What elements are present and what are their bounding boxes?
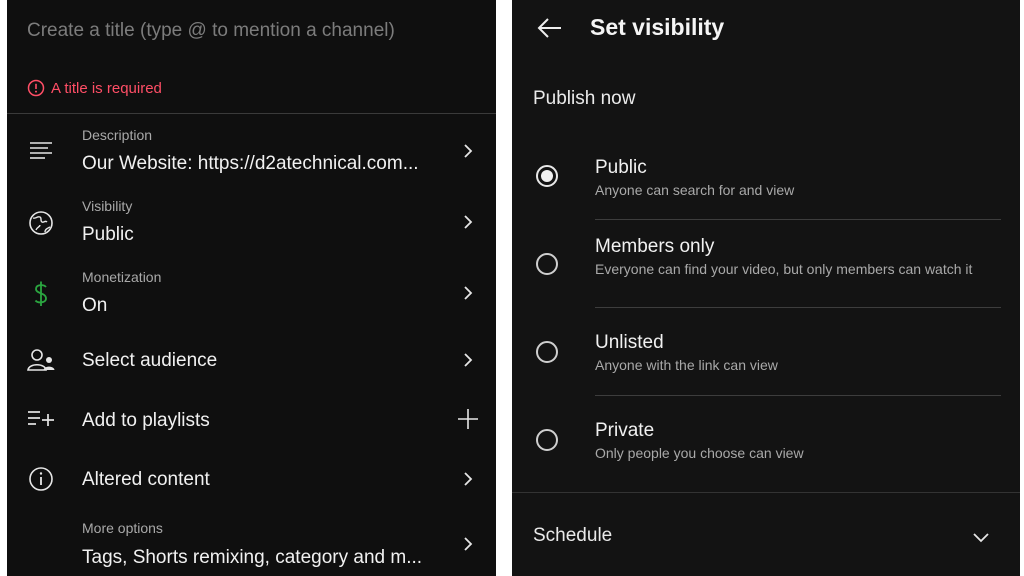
title-error: A title is required (27, 79, 162, 97)
visibility-value: Public (82, 224, 134, 245)
radio-private[interactable] (536, 429, 558, 451)
video-details-panel: A title is required Description Our Webs… (7, 0, 496, 576)
visibility-option-members-only[interactable]: Members only Everyone can find your vide… (512, 228, 1020, 308)
schedule-heading[interactable]: Schedule (533, 525, 612, 547)
chevron-down-icon[interactable] (972, 528, 990, 546)
visibility-row[interactable]: Visibility Public (7, 189, 496, 255)
set-visibility-panel: Set visibility Publish now Public Anyone… (512, 0, 1020, 576)
option-divider (595, 219, 1001, 220)
title-error-text: A title is required (51, 79, 162, 97)
altered-content-row[interactable]: Altered content (7, 450, 496, 508)
chevron-right-icon (464, 286, 473, 300)
globe-icon (27, 209, 55, 237)
monetization-row[interactable]: Monetization On (7, 260, 496, 326)
option-divider (595, 307, 1001, 308)
back-arrow-icon[interactable] (536, 14, 564, 42)
radio-members-only[interactable] (536, 253, 558, 275)
error-circle-icon (27, 79, 45, 97)
option-title: Public (595, 157, 647, 178)
playlist-add-icon (27, 405, 55, 433)
description-value: Our Website: https://d2atechnical.com... (82, 153, 419, 174)
select-audience-row[interactable]: Select audience (7, 331, 496, 389)
add-to-playlists-row[interactable]: Add to playlists (7, 390, 496, 448)
visibility-label: Visibility (82, 198, 133, 214)
monetization-label: Monetization (82, 269, 162, 285)
visibility-option-unlisted[interactable]: Unlisted Anyone with the link can view (512, 324, 1020, 394)
option-title: Members only (595, 236, 715, 257)
chevron-right-icon (464, 353, 473, 367)
dollar-icon (27, 280, 55, 308)
radio-public[interactable] (536, 165, 558, 187)
description-label: Description (82, 127, 153, 143)
chevron-right-icon (464, 144, 473, 158)
plus-icon[interactable] (457, 408, 479, 430)
option-description: Anyone can search for and view (595, 182, 795, 198)
altered-content-label: Altered content (82, 469, 210, 490)
audience-icon (27, 346, 55, 374)
visibility-option-private[interactable]: Private Only people you choose can view (512, 412, 1020, 482)
option-description: Everyone can find your video, but only m… (595, 261, 973, 277)
chevron-right-icon (464, 472, 473, 486)
info-icon (27, 465, 55, 493)
option-description: Anyone with the link can view (595, 357, 778, 373)
more-options-value: Tags, Shorts remixing, category and m... (82, 547, 423, 568)
chevron-right-icon (464, 537, 473, 551)
description-row[interactable]: Description Our Website: https://d2atech… (7, 118, 496, 184)
schedule-divider (512, 492, 1020, 493)
visibility-option-public[interactable]: Public Anyone can search for and view (512, 150, 1020, 220)
option-title: Unlisted (595, 332, 664, 353)
more-options-label: More options (82, 520, 163, 536)
publish-now-heading: Publish now (533, 88, 636, 109)
page-title: Set visibility (590, 14, 725, 40)
chevron-right-icon (464, 215, 473, 229)
monetization-value: On (82, 295, 108, 316)
title-input[interactable] (27, 14, 487, 48)
header-divider (7, 113, 496, 114)
more-options-row[interactable]: More options Tags, Shorts remixing, cate… (7, 512, 496, 576)
option-description: Only people you choose can view (595, 445, 804, 461)
option-divider (595, 395, 1001, 396)
radio-unlisted[interactable] (536, 341, 558, 363)
select-audience-label: Select audience (82, 350, 218, 371)
description-lines-icon (27, 136, 55, 164)
option-title: Private (595, 420, 655, 441)
add-to-playlists-label: Add to playlists (82, 410, 210, 431)
